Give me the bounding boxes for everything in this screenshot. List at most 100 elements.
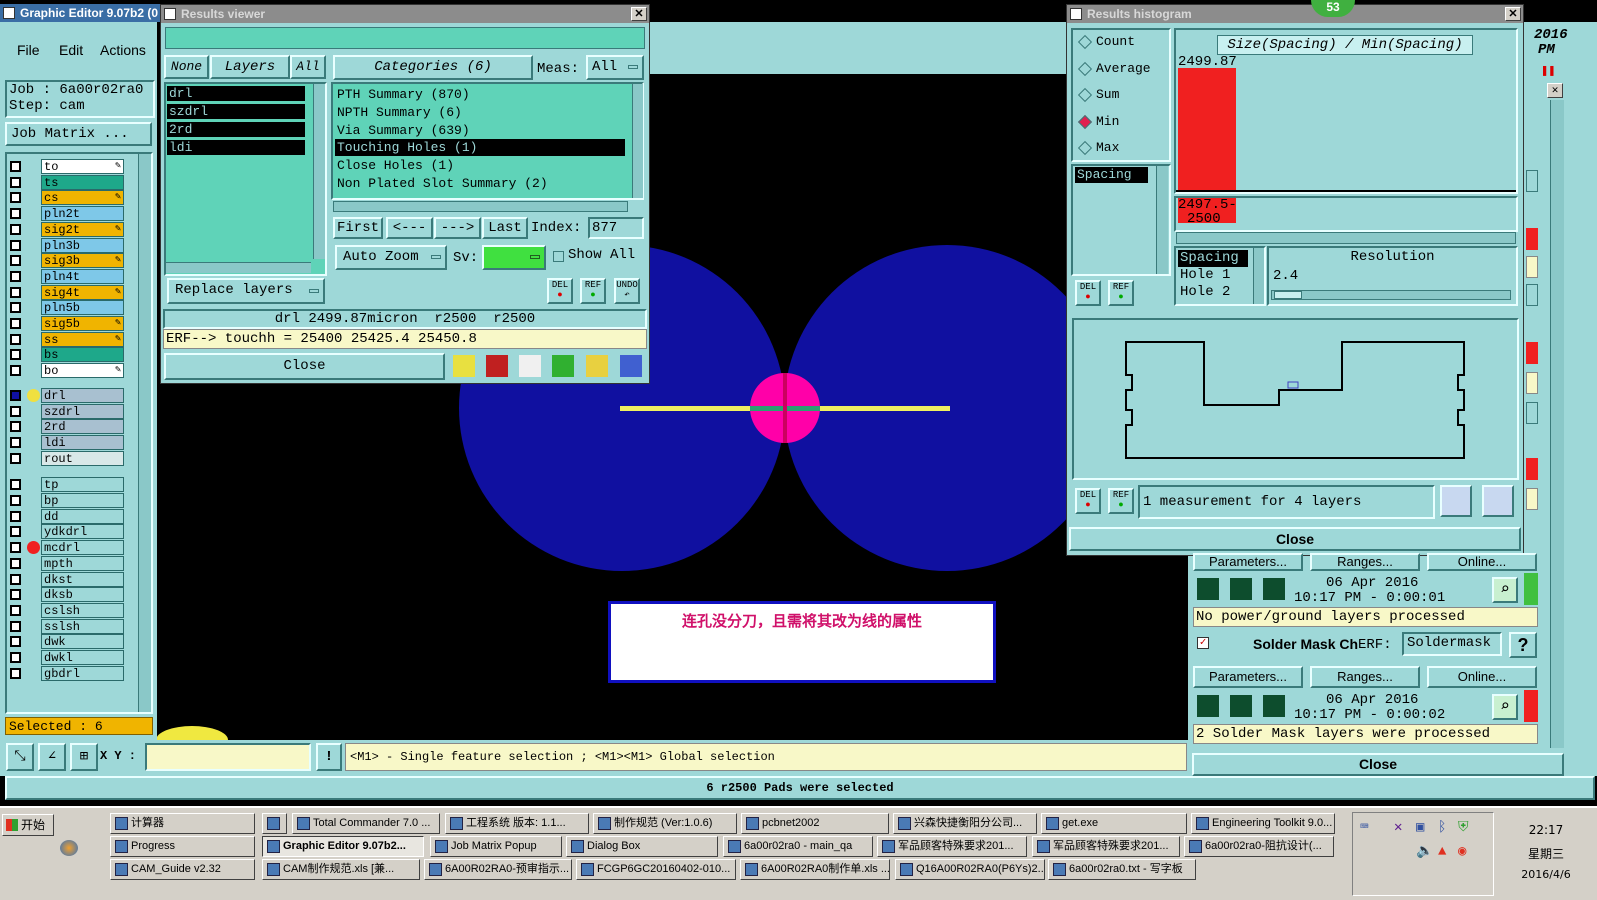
layer-checkbox[interactable] [10,604,21,616]
run-icon[interactable] [1195,576,1221,602]
board-preview[interactable] [1072,318,1519,480]
tab-layers[interactable]: Layers [210,55,290,79]
antivirus-icon[interactable]: ▲ [1438,840,1446,864]
menu-actions[interactable]: Actions [100,42,146,58]
run-all-icon[interactable] [1228,693,1254,719]
layer-checkbox[interactable] [10,365,21,377]
taskbar-button[interactable]: pcbnet2002 [741,813,889,834]
layer-checkbox[interactable] [10,652,21,663]
taskbar-button[interactable]: 6a00r02ra0-阻抗设计(... [1184,836,1334,857]
layer-row[interactable]: ydkdrl [10,524,125,540]
layout-icon[interactable] [1482,485,1514,517]
layer-row[interactable]: rout [10,450,125,466]
taskbar-button[interactable]: 军品顾客特殊要求201... [877,836,1027,857]
layer-checkbox[interactable] [10,510,21,522]
online-button-2[interactable]: Online... [1427,666,1537,688]
warning-icon[interactable]: ! [316,743,342,771]
histogram-titlebar[interactable]: Results histogram ✕ [1067,5,1523,23]
results-viewer-titlebar[interactable]: Results viewer ✕ [161,5,649,23]
layer-row[interactable]: ss ✎ [10,331,125,347]
layer-row[interactable]: cslsh [10,602,125,618]
main-window-titlebar[interactable]: Graphic Editor 9.07b2 (0 [0,4,160,22]
spacing-list-item[interactable]: Hole 2 [1178,284,1248,301]
clock[interactable]: 22:17 星期三 2016/4/6 [1497,818,1595,894]
taskbar-button[interactable]: 兴森快捷衡阳分公司... [893,813,1037,834]
checklist-close-button[interactable]: Close [1192,753,1564,776]
layer-checkbox[interactable] [10,389,21,401]
taskbar-button[interactable]: Progress [110,836,255,857]
del-button[interactable]: DEL ● [547,278,573,304]
menu-edit[interactable]: Edit [59,42,83,58]
category-hscroll[interactable] [333,201,628,212]
taskbar-button[interactable]: 工程系统 版本: 1.1... [445,813,589,834]
layer-row[interactable]: bs [10,347,125,363]
prev-button[interactable]: <--- [386,217,433,239]
exit-icon[interactable] [484,353,510,379]
xy-input[interactable] [145,743,311,771]
layer-checkbox[interactable] [10,223,21,235]
taskbar-button[interactable]: Q16A00R02RA0(P6Ys)2... [895,859,1045,880]
layer-checkbox[interactable] [10,302,21,314]
layer-checkbox[interactable] [10,333,21,345]
layer-checkbox[interactable] [10,452,21,464]
close-x-icon[interactable]: ✕ [1394,816,1402,840]
category-item[interactable]: Via Summary (639) [335,122,625,139]
layer-row[interactable]: dwk [10,634,125,650]
layer-checkbox[interactable] [10,421,21,433]
layer-row[interactable]: bo ✎ [10,363,125,379]
parameters-button-2[interactable]: Parameters... [1193,666,1303,688]
taskbar-button[interactable]: Engineering Toolkit 9.0... [1191,813,1335,834]
layer-row[interactable]: mcdrl [10,540,125,556]
right-panel-close[interactable]: ✕ [1547,83,1563,98]
layer-checkbox[interactable] [10,620,21,632]
layer-checkbox[interactable] [10,436,21,448]
layer-checkbox[interactable] [10,318,21,329]
first-button[interactable]: First [333,217,383,239]
measure-scroll[interactable] [1156,166,1168,274]
export-icon[interactable] [1440,485,1472,517]
stop-icon[interactable] [1261,576,1287,602]
ranges-button-1[interactable]: Ranges... [1310,553,1420,571]
layer-checkbox[interactable] [10,636,21,648]
taskbar-button[interactable]: Graphic Editor 9.07b2... [262,836,424,857]
viewer-layer-item[interactable]: 2rd [167,122,305,137]
layer-checkbox[interactable] [10,349,21,361]
histogram-close-button[interactable]: Close [1069,527,1521,551]
flag-icon[interactable] [451,353,477,379]
start-button[interactable]: 开始 [2,814,54,836]
viewer-layer-scroll[interactable] [313,84,325,259]
taskbar-button[interactable]: Job Matrix Popup [430,836,562,857]
close-icon[interactable]: ✕ [1505,7,1521,21]
taskbar-button[interactable]: CAM_Guide v2.32 [110,859,255,880]
taskbar-button[interactable]: 制作规范 (Ver:1.0.6) [593,813,737,834]
security-icon[interactable]: ⛨ [1458,816,1469,840]
taskbar-button[interactable]: 6a00r02ra0.txt - 写字板 [1048,859,1196,880]
histogram-icon[interactable] [618,353,644,379]
measure-item-spacing[interactable]: Spacing [1075,167,1148,183]
layer-row[interactable]: dksb [10,587,125,603]
layer-checkbox[interactable] [10,479,21,491]
layer-row[interactable]: pln5b [10,300,125,316]
taskbar-button[interactable]: FCGP6GC20160402-010... [576,859,736,880]
taskbar-button[interactable]: 计算器 [110,813,255,834]
bluetooth-icon[interactable]: ᛒ [1438,816,1446,840]
viewer-layer-item[interactable]: szdrl [167,104,305,119]
solder-check-icon[interactable]: ✓ [1197,637,1209,649]
layer-checkbox[interactable] [10,270,21,282]
resolution-slider[interactable] [1271,290,1511,300]
layer-checkbox[interactable] [10,161,21,172]
layer-row[interactable]: dkst [10,571,125,587]
slider-thumb[interactable] [1274,291,1302,299]
layer-row[interactable]: gbdrl [10,665,125,681]
sv-color-dropdown[interactable] [482,245,546,270]
layer-row[interactable]: drl [10,387,125,403]
stop-icon[interactable] [1261,693,1287,719]
zoom-result-icon-2[interactable]: ⌕ [1492,694,1518,720]
layer-row[interactable]: cs ✎ [10,190,125,206]
layer-row[interactable]: ldi [10,434,125,450]
show-all-checkbox[interactable] [553,251,564,262]
layer-checkbox[interactable] [10,573,21,585]
help-button[interactable]: ? [1509,632,1537,658]
erf-input[interactable]: Soldermask [1402,632,1502,656]
range-hscroll[interactable] [1176,232,1516,244]
